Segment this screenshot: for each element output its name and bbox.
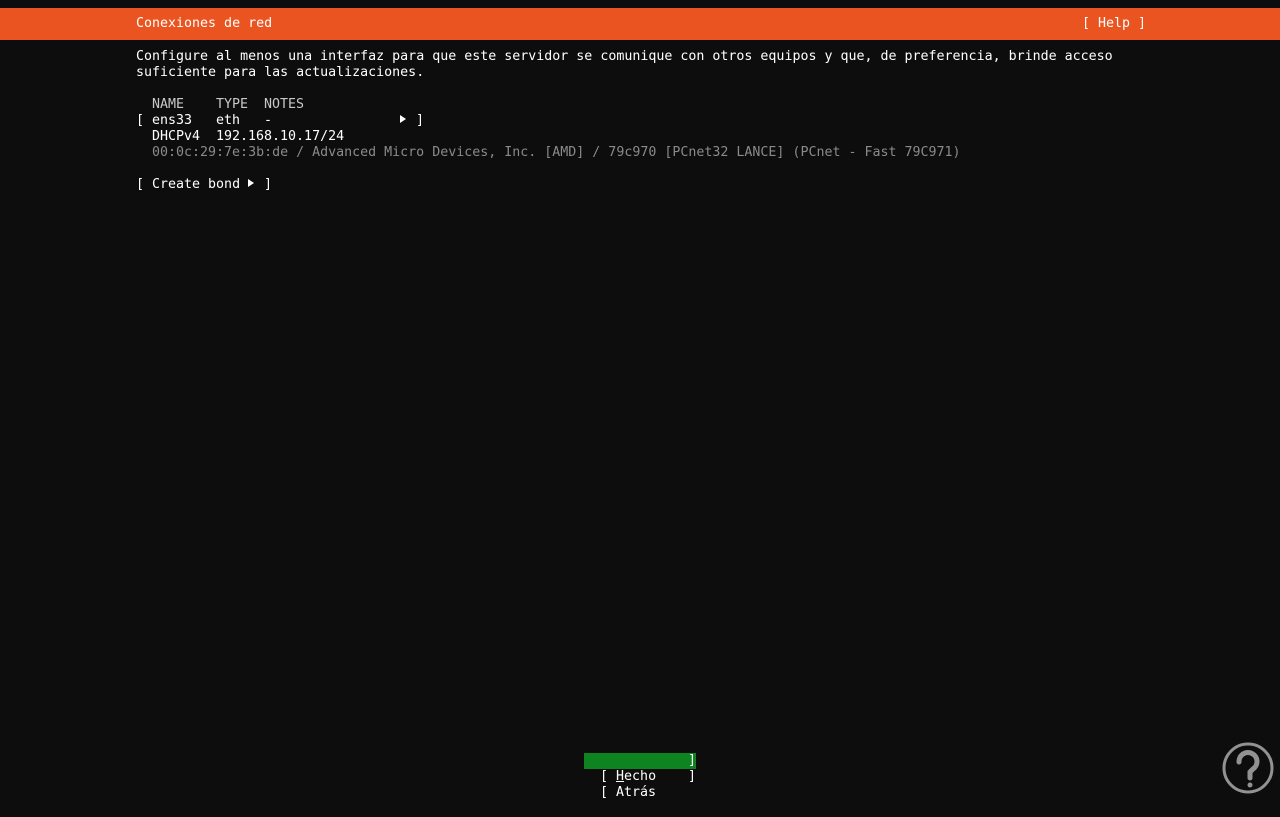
column-header-notes: NOTES <box>264 97 305 112</box>
help-button[interactable]: [ Help ] <box>1082 16 1146 32</box>
header-bar: Conexiones de red [ Help ] <box>0 8 1280 40</box>
description-line: suficiente para las actualizaciones. <box>136 65 425 80</box>
interface-notes: - <box>264 113 273 128</box>
back-label: [ Atrás <box>600 785 657 800</box>
create-bond-label: [ Create bond <box>136 177 241 192</box>
page-title: Conexiones de red <box>136 16 273 31</box>
done-close: ] <box>688 753 697 768</box>
interface-row-ens33[interactable]: [ ens33 eth - ] <box>136 113 426 129</box>
column-header-type: TYPE <box>216 97 249 112</box>
back-button[interactable]: [ Atrás ] <box>584 769 697 800</box>
address-method: DHCPv4 <box>152 129 201 144</box>
triangle-right-icon <box>400 113 406 129</box>
done-button[interactable]: [ Hecho ] <box>584 753 697 784</box>
create-bond-close: ] <box>264 177 273 192</box>
triangle-right-icon <box>248 177 254 193</box>
description-line: Configure al menos una interfaz para que… <box>136 49 1113 64</box>
row-close-bracket: ] <box>416 113 425 128</box>
row-open-bracket: [ <box>136 113 145 128</box>
interface-type: eth <box>216 113 241 128</box>
column-header-name: NAME <box>152 97 185 112</box>
hardware-info: 00:0c:29:7e:3b:de / Advanced Micro Devic… <box>152 145 961 160</box>
ip-address: 192.168.10.17/24 <box>216 129 345 144</box>
description: Configure al menos una interfaz para que… <box>136 49 1136 81</box>
back-close: ] <box>688 769 697 784</box>
solvetic-logo-icon <box>1222 742 1274 794</box>
create-bond-button[interactable]: [ Create bond ] <box>136 177 276 193</box>
interface-name: ens33 <box>152 113 193 128</box>
